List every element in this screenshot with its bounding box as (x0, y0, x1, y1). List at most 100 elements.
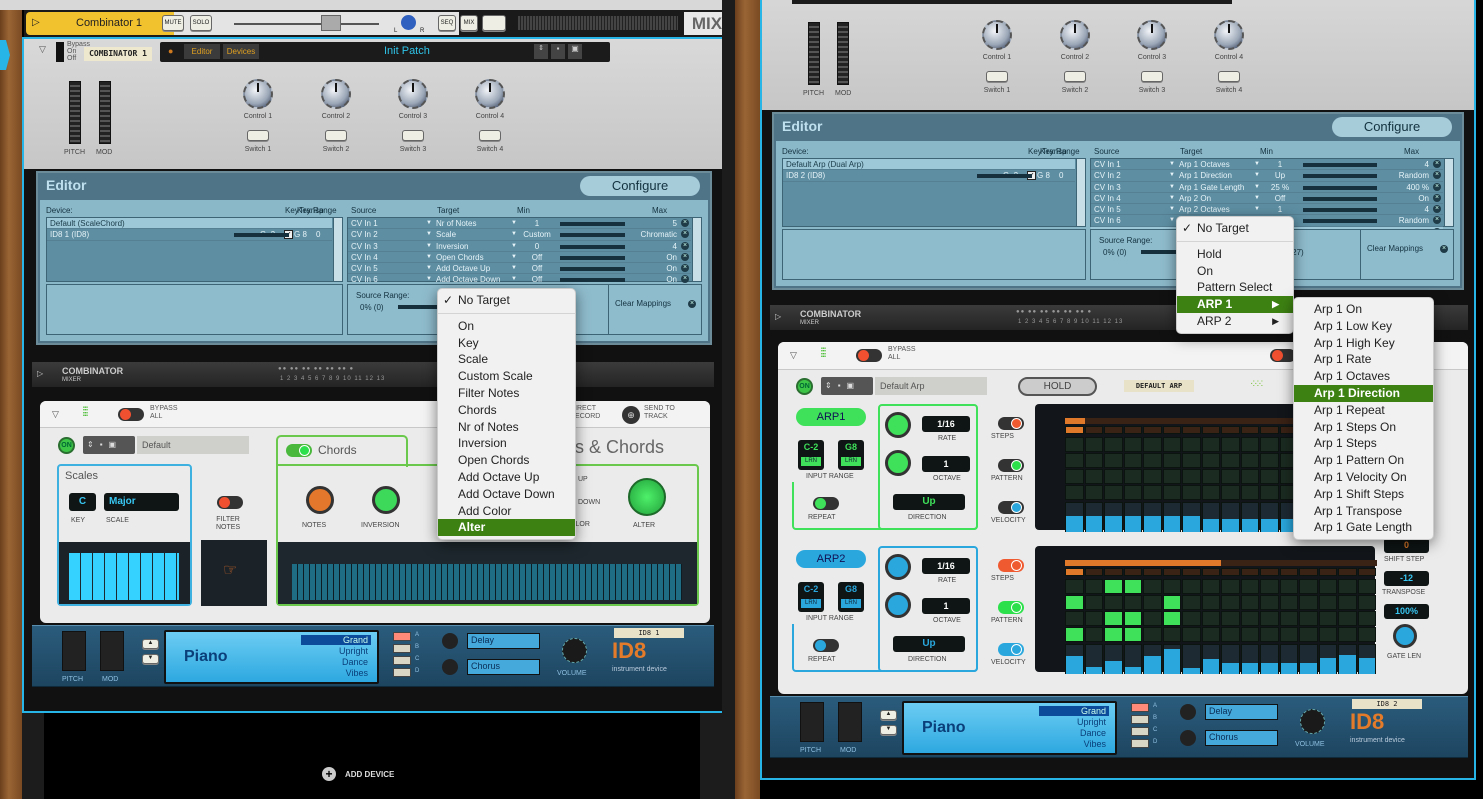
step-cell[interactable] (1201, 426, 1220, 434)
bypass-switch[interactable] (56, 42, 64, 62)
mod-wheel[interactable] (100, 631, 124, 671)
switch-button-4[interactable] (1218, 71, 1240, 82)
step-cell[interactable] (1162, 568, 1181, 576)
delay-knob[interactable] (1180, 704, 1196, 720)
menu-item[interactable]: Nr of Notes (438, 419, 575, 436)
add-device-button[interactable]: ADD DEVICE (345, 770, 394, 779)
pattern-cell[interactable] (1065, 469, 1084, 484)
pattern-toggle[interactable] (998, 601, 1024, 614)
pattern-cell[interactable] (1182, 485, 1201, 500)
delay-field[interactable]: Delay (467, 633, 540, 649)
device-row[interactable]: ID8 1 (ID8)✓C -2G 80 (47, 229, 332, 241)
mapping-row[interactable]: CV In 1 ▼ Nr of Notes × ▼ 1 5 (348, 218, 691, 230)
pattern-cell[interactable] (1201, 469, 1220, 484)
mapping-row[interactable]: CV In 5 ▼ Arp 2 Octaves × ▼ 1 4 (1091, 204, 1443, 216)
chorus-field[interactable]: Chorus (1205, 730, 1278, 746)
pattern-cell[interactable] (1104, 437, 1123, 452)
pattern-cell[interactable] (1084, 611, 1103, 626)
menu-item[interactable]: Key (438, 335, 575, 352)
menu-item[interactable]: Scale (438, 351, 575, 368)
transpose-display[interactable]: -12 (1384, 571, 1429, 586)
menu-item[interactable]: ARP 1 ▶ (1177, 296, 1293, 313)
mod-wheel[interactable] (837, 22, 849, 85)
step-cell[interactable] (1123, 568, 1142, 576)
pattern-cell[interactable] (1065, 611, 1084, 626)
pattern-cell[interactable] (1182, 469, 1201, 484)
pattern-cell[interactable] (1162, 437, 1181, 452)
preset-buttons[interactable]: ⇕▪▣ (821, 377, 873, 395)
menu-item[interactable]: Chords (438, 402, 575, 419)
patch-down-arrow-icon[interactable]: ▼ (142, 654, 159, 664)
pattern-cell[interactable] (1240, 579, 1259, 594)
variant-item[interactable]: Grand (301, 635, 371, 645)
pattern-cell[interactable] (1143, 579, 1162, 594)
variant-button-d[interactable] (1131, 739, 1149, 748)
pattern-cell[interactable] (1143, 485, 1162, 500)
patch-name[interactable]: Init Patch (384, 45, 430, 57)
pattern-cell[interactable] (1104, 595, 1123, 610)
pattern-cell[interactable] (1318, 627, 1337, 642)
pattern-cell[interactable] (1299, 579, 1318, 594)
devices-button[interactable]: Devices (223, 44, 259, 59)
pattern-cell[interactable] (1104, 485, 1123, 500)
device-name-tape[interactable]: ID8 1 (614, 628, 684, 638)
pattern-cell[interactable] (1338, 595, 1357, 610)
step-cell[interactable] (1084, 426, 1103, 434)
pattern-cell[interactable] (1260, 485, 1279, 500)
range-slider[interactable] (1303, 163, 1377, 167)
clear-mappings-button[interactable]: Clear Mappings (615, 299, 671, 308)
pattern-cell[interactable] (1221, 437, 1240, 452)
control-knob-3[interactable] (398, 79, 428, 109)
pattern-cell[interactable] (1240, 627, 1259, 642)
mod-wheel[interactable] (838, 702, 862, 742)
pattern-cell[interactable] (1318, 579, 1337, 594)
remove-mapping-icon[interactable]: × (1433, 193, 1441, 202)
chords-toggle[interactable] (286, 444, 312, 457)
pattern-cell[interactable] (1357, 627, 1376, 642)
range-slider[interactable] (1303, 208, 1377, 213)
pattern-cell[interactable] (1279, 579, 1298, 594)
rate-knob[interactable] (885, 554, 911, 580)
menu-item[interactable]: Arp 1 Octaves (1294, 368, 1433, 385)
source-dropdown-icon[interactable]: ▼ (1169, 204, 1175, 215)
patch-name-tape[interactable]: DEFAULT ARP (1124, 380, 1194, 392)
play-area[interactable]: ☞ (201, 540, 267, 606)
scale-keys[interactable] (69, 553, 179, 600)
pattern-cell[interactable] (1338, 579, 1357, 594)
control-knob-2[interactable] (321, 79, 351, 109)
pattern-cell[interactable] (1162, 627, 1181, 642)
pattern-cell[interactable] (1084, 469, 1103, 484)
repeat-toggle[interactable] (813, 639, 839, 652)
range-slider[interactable] (1303, 196, 1377, 201)
step-cell[interactable] (1260, 568, 1279, 576)
expand-icon[interactable]: ▷ (775, 312, 781, 321)
step-cell[interactable] (1143, 568, 1162, 576)
menu-item[interactable]: Add Color (438, 503, 575, 520)
control-knob-4[interactable] (475, 79, 505, 109)
switch-button-3[interactable] (1141, 71, 1163, 82)
octave-knob[interactable] (885, 450, 911, 476)
pattern-cell[interactable] (1065, 595, 1084, 610)
pattern-cell[interactable] (1104, 579, 1123, 594)
pattern-cell[interactable] (1123, 579, 1142, 594)
scale-display[interactable]: Major (104, 493, 179, 511)
variant-button-b[interactable] (393, 644, 411, 653)
pattern-cell[interactable] (1279, 627, 1298, 642)
range-slider[interactable] (560, 278, 625, 283)
menu-item[interactable]: Filter Notes (438, 385, 575, 402)
range-slider[interactable] (560, 267, 625, 272)
mapping-row[interactable]: CV In 2 ▼ Scale × ▼ Custom Chromatic (348, 229, 691, 241)
pattern-cell[interactable] (1260, 437, 1279, 452)
step-cell[interactable] (1221, 426, 1240, 434)
remove-mapping-icon[interactable]: × (681, 264, 689, 273)
expand-icon[interactable]: ▷ (32, 17, 40, 28)
mix-button[interactable]: MIX (460, 15, 478, 31)
remove-mapping-icon[interactable]: × (681, 219, 689, 227)
pattern-cell[interactable] (1104, 627, 1123, 642)
remove-mapping-icon[interactable]: × (681, 252, 689, 261)
control-knob-1[interactable] (243, 79, 273, 109)
pattern-cell[interactable] (1162, 595, 1181, 610)
pattern-cell[interactable] (1240, 437, 1259, 452)
patch-display[interactable]: Piano Grand Upright Dance Vibes (902, 701, 1117, 755)
pattern-cell[interactable] (1318, 595, 1337, 610)
